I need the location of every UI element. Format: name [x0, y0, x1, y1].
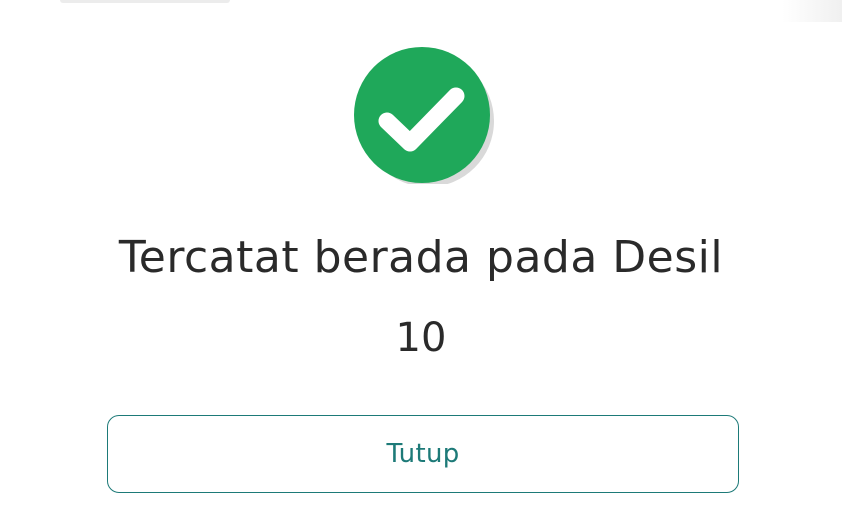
top-edge-shadow — [60, 0, 230, 3]
close-button-label: Tutup — [386, 439, 460, 469]
result-dialog: Tercatat berada pada Desil 10 Tutup — [0, 0, 842, 519]
desil-value: 10 — [395, 315, 447, 361]
corner-fade — [782, 0, 842, 22]
close-button[interactable]: Tutup — [107, 415, 739, 493]
dialog-title: Tercatat berada pada Desil — [118, 232, 724, 283]
check-circle-icon — [354, 47, 494, 184]
